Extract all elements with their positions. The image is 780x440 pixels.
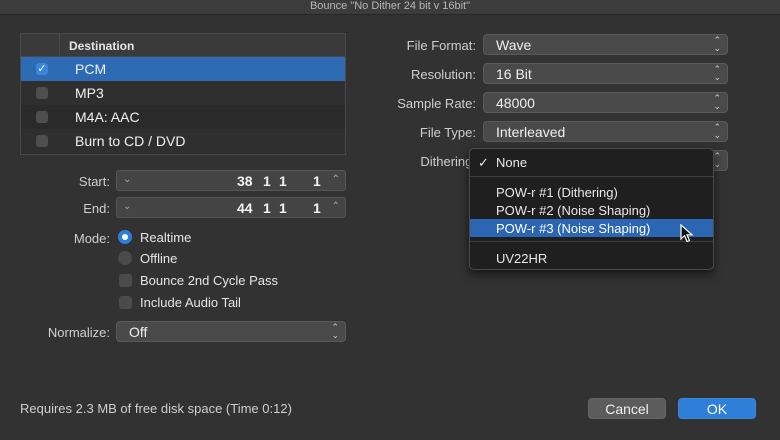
chevron-down-icon[interactable]: ⌄	[123, 201, 131, 212]
destination-label: PCM	[75, 61, 107, 77]
normalize-label: Normalize:	[47, 325, 110, 340]
destination-label: Burn to CD / DVD	[75, 133, 186, 149]
start-div: 1	[279, 173, 287, 189]
checkmark-icon: ✓	[478, 155, 489, 170]
updown-arrows-icon: ⌃ ⌄	[713, 35, 721, 53]
file-type-value: Interleaved	[496, 124, 566, 140]
end-label: End:	[83, 201, 110, 216]
dither-option-pow-r-2[interactable]: POW-r #2 (Noise Shaping)	[470, 201, 713, 219]
sample-rate-value: 48000	[496, 95, 535, 111]
file-format-label: File Format:	[406, 38, 476, 53]
file-type-label: File Type:	[419, 125, 476, 140]
destination-row-pcm[interactable]: ✓ PCM	[21, 57, 345, 81]
resolution-select[interactable]: 16 Bit ⌃ ⌄	[483, 63, 728, 84]
status-text: Requires 2.3 MB of free disk space (Time…	[20, 401, 292, 416]
bounce-cycle-label: Bounce 2nd Cycle Pass	[140, 273, 279, 288]
destination-row-m4a[interactable]: M4A: AAC	[21, 105, 345, 129]
offline-radio[interactable]	[118, 251, 132, 265]
offline-label: Offline	[140, 251, 178, 266]
include-tail-label: Include Audio Tail	[140, 295, 241, 310]
dither-option-pow-r-1[interactable]: POW-r #1 (Dithering)	[470, 183, 713, 201]
end-bar: 44	[237, 200, 253, 216]
realtime-radio[interactable]	[118, 230, 132, 244]
sample-rate-select[interactable]: 48000 ⌃ ⌄	[483, 92, 728, 113]
start-bar: 38	[237, 173, 253, 189]
pcm-checkbox[interactable]: ✓	[36, 63, 48, 75]
mode-label: Mode:	[73, 231, 110, 246]
normalize-select[interactable]: Off ⌃ ⌄	[116, 321, 346, 342]
end-tick: 1	[313, 200, 321, 216]
ok-button[interactable]: OK	[678, 398, 756, 419]
destination-header-label: Destination	[69, 39, 135, 53]
destination-table: Destination ✓ PCM MP3 M4A: AAC Burn to C…	[20, 33, 346, 155]
resolution-label: Resolution:	[410, 67, 476, 82]
burn-checkbox[interactable]	[36, 135, 48, 147]
destination-label: MP3	[75, 85, 104, 101]
dither-option-pow-r-3[interactable]: POW-r #3 (Noise Shaping)	[470, 219, 713, 237]
resolution-value: 16 Bit	[496, 66, 532, 82]
dither-option-none[interactable]: ✓ None	[470, 153, 713, 171]
cancel-button[interactable]: Cancel	[588, 398, 666, 419]
normalize-value: Off	[129, 324, 148, 340]
destination-row-mp3[interactable]: MP3	[21, 81, 345, 105]
updown-arrows-icon: ⌃ ⌄	[713, 64, 721, 82]
updown-arrows-icon: ⌃ ⌄	[713, 93, 721, 111]
updown-arrows-icon: ⌃ ⌄	[713, 151, 721, 169]
end-div: 1	[279, 200, 287, 216]
file-format-select[interactable]: Wave ⌃ ⌄	[483, 34, 728, 55]
chevron-up-icon[interactable]: ⌃	[332, 201, 340, 212]
mp3-checkbox[interactable]	[36, 87, 48, 99]
m4a-checkbox[interactable]	[36, 111, 48, 123]
file-type-select[interactable]: Interleaved ⌃ ⌄	[483, 121, 728, 142]
sample-rate-label: Sample Rate:	[397, 96, 476, 111]
chevron-up-icon[interactable]: ⌃	[332, 174, 340, 185]
dither-option-uv22hr[interactable]: UV22HR	[470, 249, 713, 267]
start-tick: 1	[313, 173, 321, 189]
end-beat: 1	[263, 200, 271, 216]
end-position-field[interactable]: ⌄ 44 1 1 1 ⌃	[116, 197, 346, 218]
destination-label: M4A: AAC	[75, 109, 140, 125]
dithering-menu: ✓ None POW-r #1 (Dithering) POW-r #2 (No…	[469, 148, 714, 270]
updown-arrows-icon: ⌃ ⌄	[713, 122, 721, 140]
bounce-cycle-checkbox[interactable]	[119, 274, 132, 287]
chevron-down-icon[interactable]: ⌄	[123, 174, 131, 185]
start-label: Start:	[78, 174, 110, 189]
start-position-field[interactable]: ⌄ 38 1 1 1 ⌃	[116, 170, 346, 191]
realtime-label: Realtime	[140, 230, 192, 245]
file-format-value: Wave	[496, 37, 532, 53]
start-beat: 1	[263, 173, 271, 189]
destination-header: Destination	[21, 34, 345, 57]
window-title: Bounce "No Dither 24 bit v 16bit"	[0, 0, 780, 15]
destination-row-burn[interactable]: Burn to CD / DVD	[21, 129, 345, 153]
mouse-pointer-icon	[680, 224, 694, 243]
include-tail-checkbox[interactable]	[119, 296, 132, 309]
updown-arrows-icon: ⌃ ⌄	[331, 322, 339, 340]
dithering-label: Dithering:	[420, 154, 476, 169]
